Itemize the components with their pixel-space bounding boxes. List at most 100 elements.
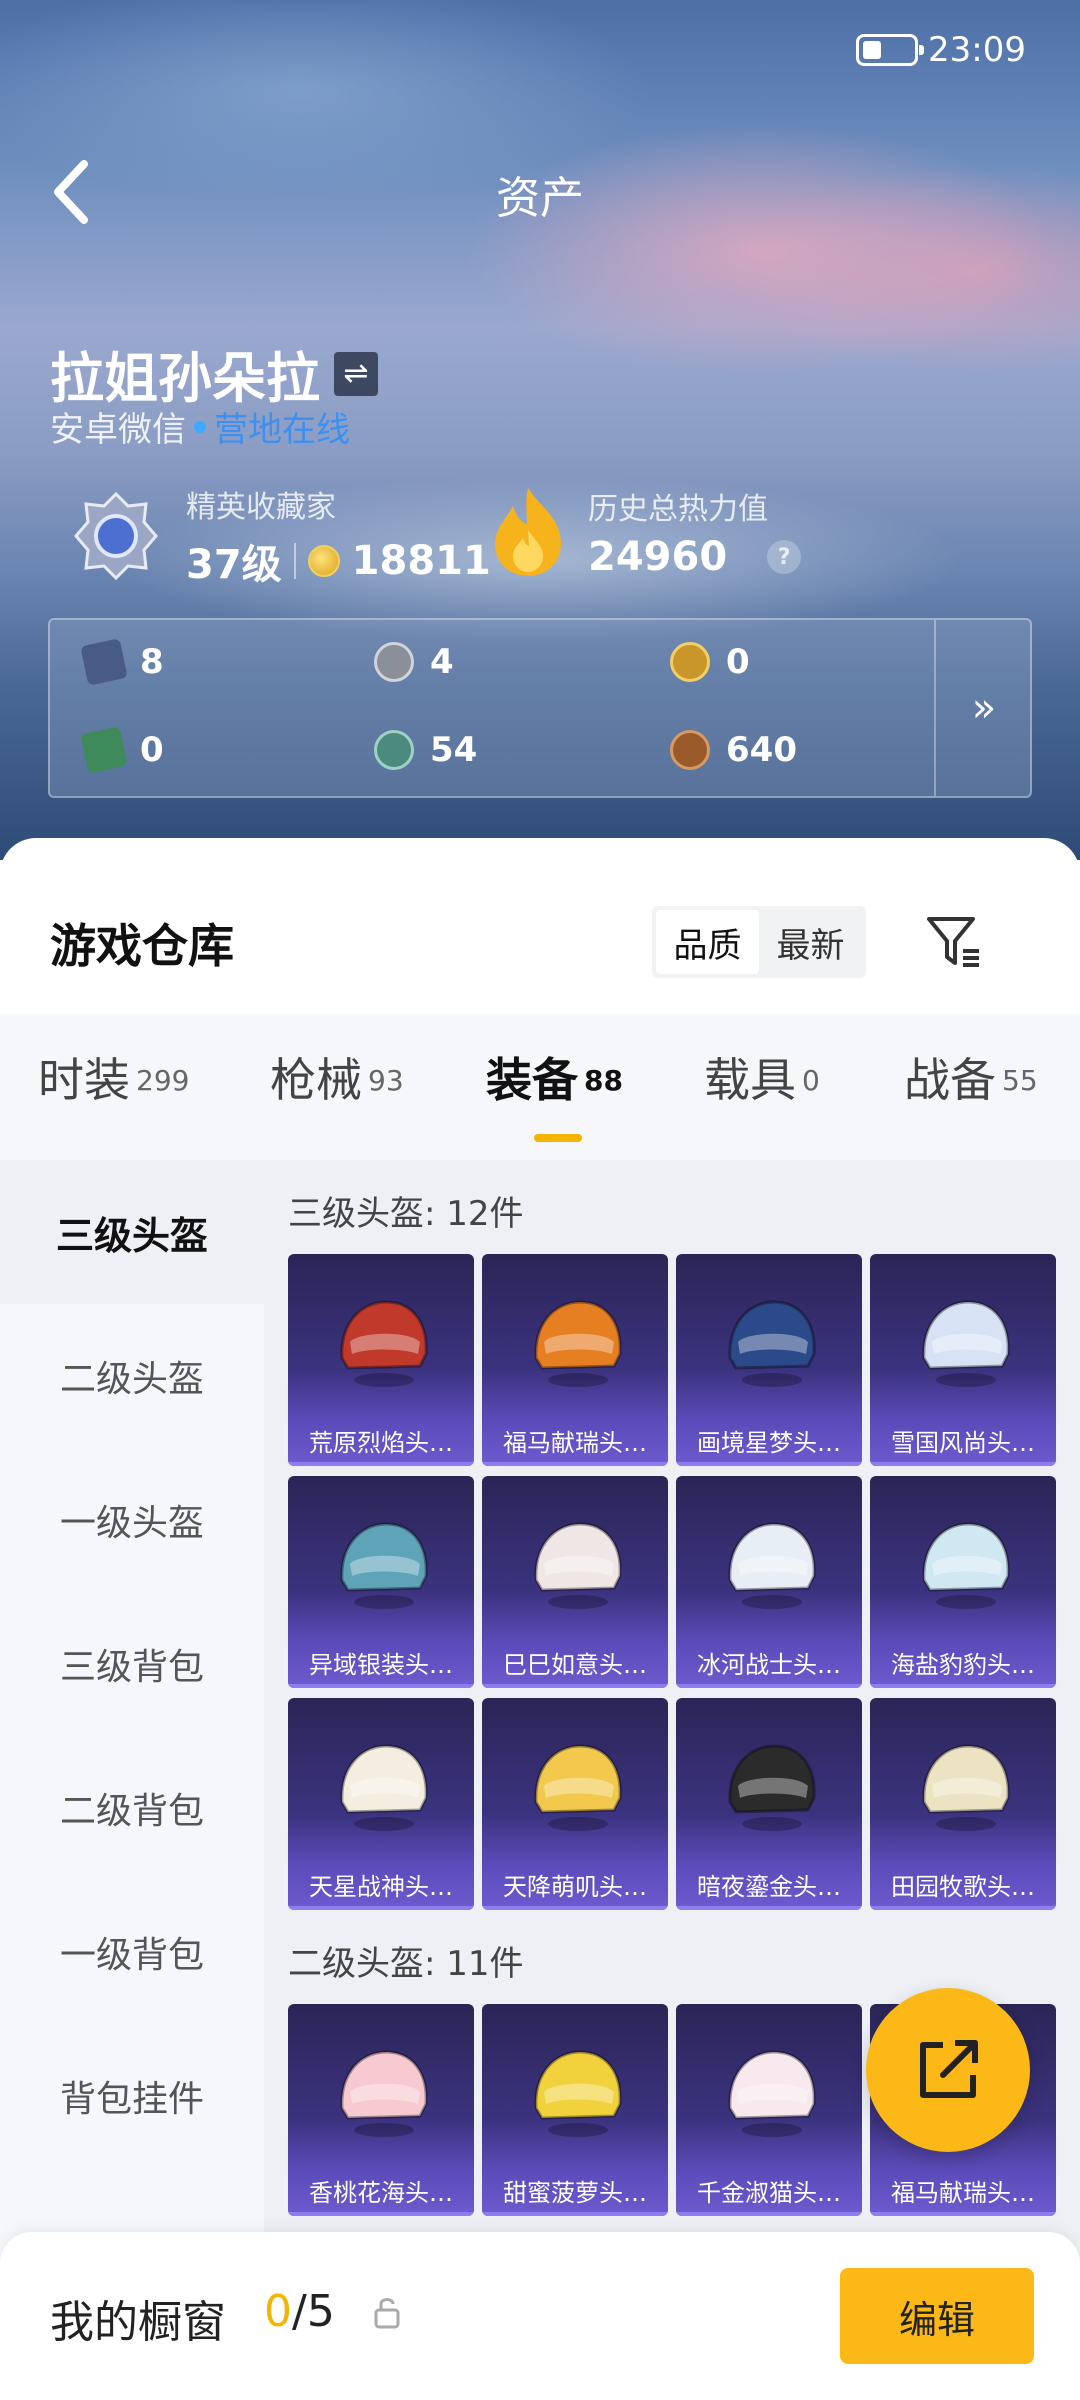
item-label: 画境星梦头… <box>697 1429 841 1457</box>
help-icon[interactable]: ? <box>767 540 802 574</box>
item-card[interactable]: 巳巳如意头… <box>482 1476 668 1688</box>
share-button[interactable] <box>866 1988 1030 2152</box>
gem-icon <box>374 730 414 770</box>
online-status: 营地在线 <box>214 410 350 450</box>
sort-toggle: 品质 最新 <box>652 906 866 978</box>
currency-item: 640 <box>670 730 797 770</box>
item-label: 千金淑猫头… <box>697 2179 841 2207</box>
tab-equipment[interactable]: 装备 88 <box>486 1044 623 1110</box>
helmet-icon <box>340 1522 428 1609</box>
helmet-icon <box>534 1300 622 1387</box>
helmet-icon <box>340 1300 428 1387</box>
subcategory-sidebar: 三级头盔 二级头盔 一级头盔 三级背包 二级背包 一级背包 背包挂件 <box>0 1160 264 2400</box>
item-label: 异域银装头… <box>309 1651 453 1679</box>
item-card[interactable]: 雪国风尚头… <box>870 1254 1056 1466</box>
page-title: 资产 <box>496 173 584 224</box>
collector-label: 精英收藏家 <box>186 490 336 525</box>
more-currencies-button[interactable]: » <box>936 620 1032 796</box>
divider <box>293 543 296 579</box>
currency-item: 54 <box>374 730 477 770</box>
points-coin-icon <box>307 545 340 577</box>
sidebar-item-level1-helmet[interactable]: 一级头盔 <box>0 1448 264 1592</box>
item-label: 福马献瑞头… <box>503 1429 647 1457</box>
helmet-icon <box>534 2050 622 2137</box>
item-card[interactable]: 暗夜鎏金头… <box>676 1698 862 1910</box>
item-card[interactable]: 千金淑猫头… <box>676 2004 862 2216</box>
section-title: 二级头盔: 11件 <box>288 1944 524 1984</box>
profile-header: 23:09 资产 拉姐孙朵拉 ⇌ 安卓微信 营地在线 精英收藏家 37级 188… <box>0 0 1080 860</box>
item-card[interactable]: 福马献瑞头… <box>482 1254 668 1466</box>
silver-coin-icon <box>374 642 414 682</box>
helmet-icon <box>728 1744 816 1831</box>
helmet-icon <box>728 1522 816 1609</box>
item-label: 荒原烈焰头… <box>309 1429 453 1457</box>
helmet-icon <box>534 1522 622 1609</box>
tab-vehicles[interactable]: 载具 0 <box>704 1044 820 1110</box>
warehouse-sheet: 游戏仓库 品质 最新 时装299 枪械93 装备88 载具0 战备55 <box>0 838 1080 2400</box>
helmet-icon <box>922 1744 1010 1831</box>
platform-label: 安卓微信 <box>50 410 186 450</box>
warehouse-header: 游戏仓库 品质 最新 <box>0 838 1080 1014</box>
helmet-icon <box>728 2050 816 2137</box>
switch-account-icon[interactable]: ⇌ <box>334 351 378 396</box>
edit-showcase-button[interactable]: 编辑 <box>840 2268 1034 2364</box>
currency-item: 4 <box>374 642 454 682</box>
sidebar-item-level2-helmet[interactable]: 二级头盔 <box>0 1304 264 1448</box>
card-icon <box>80 638 128 686</box>
item-card[interactable]: 荒原烈焰头… <box>288 1254 474 1466</box>
sidebar-item-level1-backpack[interactable]: 一级背包 <box>0 1880 264 2024</box>
heat-label: 历史总热力值 <box>588 492 768 527</box>
heat-badge[interactable]: 历史总热力值 24960 ? <box>478 482 802 582</box>
clock: 23:09 <box>928 30 1026 70</box>
helmet-icon <box>922 1522 1010 1609</box>
showcase-bar: 我的橱窗 0/5 编辑 <box>0 2232 1080 2400</box>
sidebar-item-level3-backpack[interactable]: 三级背包 <box>0 1592 264 1736</box>
helmet-icon <box>728 1300 816 1387</box>
online-dot-icon <box>194 420 206 433</box>
helmet-icon <box>340 1744 428 1831</box>
sort-by-quality[interactable]: 品质 <box>656 910 759 974</box>
item-card[interactable]: 天星战神头… <box>288 1698 474 1910</box>
lock-icon <box>374 2298 400 2329</box>
platform-row: 安卓微信 营地在线 <box>50 402 350 451</box>
tab-weapons[interactable]: 枪械 93 <box>270 1044 404 1110</box>
bronze-coin-icon <box>670 730 710 770</box>
section-title: 三级头盔: 12件 <box>288 1194 524 1234</box>
item-card[interactable]: 田园牧歌头… <box>870 1698 1056 1910</box>
item-label: 天降萌叽头… <box>503 1873 647 1901</box>
helmet-icon <box>534 1744 622 1831</box>
green-card-icon <box>80 726 128 774</box>
filter-button[interactable] <box>920 908 986 974</box>
collector-badge[interactable]: 精英收藏家 37级 18811 <box>66 482 491 590</box>
item-card[interactable]: 画境星梦头… <box>676 1254 862 1466</box>
item-card[interactable]: 冰河战士头… <box>676 1476 862 1688</box>
currency-item: 0 <box>670 642 750 682</box>
item-label: 天星战神头… <box>309 1873 453 1901</box>
tab-fashion[interactable]: 时装 299 <box>38 1044 189 1110</box>
sidebar-item-level3-helmet[interactable]: 三级头盔 <box>0 1160 264 1304</box>
filter-icon <box>927 917 979 967</box>
tab-supplies[interactable]: 战备 55 <box>904 1044 1038 1110</box>
item-label: 冰河战士头… <box>697 1651 841 1679</box>
showcase-count: 0/5 <box>264 2286 335 2337</box>
category-tabs: 时装 299 枪械 93 装备 88 载具 0 战备 55 <box>0 1014 1080 1160</box>
helmet-icon <box>340 2050 428 2137</box>
medal-icon <box>66 486 166 586</box>
collector-points: 18811 <box>351 538 491 584</box>
item-card[interactable]: 海盐豹豹头… <box>870 1476 1056 1688</box>
showcase-label: 我的橱窗 <box>50 2297 226 2348</box>
sort-by-newest[interactable]: 最新 <box>759 910 862 974</box>
currency-item: 8 <box>80 638 164 686</box>
item-card[interactable]: 天降萌叽头… <box>482 1698 668 1910</box>
active-tab-indicator <box>534 1134 582 1142</box>
sidebar-item-level2-backpack[interactable]: 二级背包 <box>0 1736 264 1880</box>
item-card[interactable]: 香桃花海头… <box>288 2004 474 2216</box>
collector-level: 37级 <box>186 542 282 588</box>
warehouse-content: 三级头盔 二级头盔 一级头盔 三级背包 二级背包 一级背包 背包挂件 三级头盔:… <box>0 1160 1080 2400</box>
item-label: 香桃花海头… <box>309 2179 453 2207</box>
item-card[interactable]: 甜蜜菠萝头… <box>482 2004 668 2216</box>
sidebar-item-backpack-charm[interactable]: 背包挂件 <box>0 2024 264 2168</box>
currency-panel: 8 4 0 0 54 640 » <box>48 618 1032 798</box>
item-card[interactable]: 异域银装头… <box>288 1476 474 1688</box>
item-label: 甜蜜菠萝头… <box>503 2179 647 2207</box>
